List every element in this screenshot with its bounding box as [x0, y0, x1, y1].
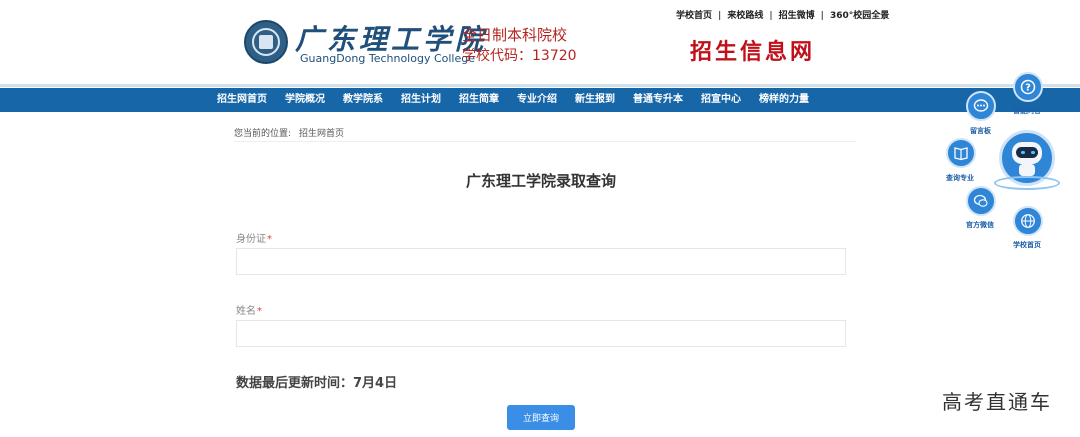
id-card-label-text: 身份证: [236, 234, 266, 245]
top-link-school-home[interactable]: 学校首页: [676, 11, 712, 21]
svg-text:?: ?: [1025, 83, 1031, 94]
query-major-label[interactable]: 查询专业: [946, 173, 974, 183]
nav-item-plan[interactable]: 招生计划: [392, 88, 450, 112]
school-home-button[interactable]: [1013, 206, 1043, 236]
smart-qa-button[interactable]: ?: [1013, 72, 1043, 102]
college-code: 学校代码：13720: [462, 48, 577, 64]
book-icon: [954, 147, 968, 161]
nav-item-upgrade[interactable]: 普通专升本: [624, 88, 692, 112]
wechat-icon: [973, 194, 988, 207]
college-type: 全日制本科院校: [462, 26, 568, 44]
top-links: 学校首页 | 来校路线 | 招生微博 | 360°校园全景: [676, 11, 890, 21]
page-title: 广东理工学院录取查询: [0, 170, 1080, 191]
breadcrumb-current[interactable]: 招生网首页: [299, 129, 344, 139]
nav-item-brochure[interactable]: 招生简章: [450, 88, 508, 112]
id-card-input[interactable]: [236, 248, 846, 275]
main-nav: 招生网首页 学院概况 教学院系 招生计划 招生简章 专业介绍 新生报到 普通专升…: [0, 88, 1080, 112]
globe-icon: [1021, 214, 1035, 228]
name-label-text: 姓名: [236, 306, 256, 317]
nav-item-promo-center[interactable]: 招宣中心: [692, 88, 750, 112]
nav-item-majors[interactable]: 专业介绍: [508, 88, 566, 112]
school-seal-logo[interactable]: [244, 20, 288, 64]
breadcrumb-prefix: 您当前的位置:: [234, 129, 292, 139]
top-link-panorama[interactable]: 360°校园全景: [830, 11, 889, 21]
school-name-english: GuangDong Technology College: [300, 52, 475, 65]
required-mark: *: [267, 234, 272, 245]
robot-platform-ring: [994, 176, 1060, 190]
site-title: 招生信息网: [690, 39, 816, 65]
name-label: 姓名*: [236, 302, 262, 317]
official-wechat-label[interactable]: 官方微信: [966, 220, 994, 230]
nav-item-registration[interactable]: 新生报到: [566, 88, 624, 112]
official-wechat-button[interactable]: [966, 186, 996, 216]
page-title-text: 广东理工学院录取查询: [465, 172, 616, 190]
top-link-weibo[interactable]: 招生微博: [779, 11, 815, 21]
message-board-button[interactable]: [966, 91, 996, 121]
breadcrumb: 您当前的位置: 招生网首页: [234, 126, 344, 139]
data-update-time: 数据最后更新时间：7月4日: [236, 376, 398, 391]
id-card-label: 身份证*: [236, 230, 272, 245]
breadcrumb-divider: [234, 141, 856, 142]
name-input[interactable]: [236, 320, 846, 347]
required-mark: *: [257, 306, 262, 317]
query-major-button[interactable]: [946, 138, 976, 168]
nav-item-departments[interactable]: 教学院系: [334, 88, 392, 112]
query-submit-button[interactable]: 立即查询: [507, 405, 575, 430]
nav-item-overview[interactable]: 学院概况: [276, 88, 334, 112]
chat-bubble-icon: [973, 99, 989, 112]
top-link-route[interactable]: 来校路线: [727, 11, 763, 21]
smart-qa-label[interactable]: 智能问答: [1013, 106, 1041, 116]
nav-item-role-models[interactable]: 榜样的力量: [750, 88, 818, 112]
nav-item-home[interactable]: 招生网首页: [208, 88, 276, 112]
site-header: 广东理工学院 GuangDong Technology College 全日制本…: [0, 0, 1080, 86]
question-icon: ?: [1020, 79, 1036, 95]
message-board-label[interactable]: 留言板: [970, 126, 991, 136]
watermark-text: 高考直通车: [942, 390, 1052, 414]
school-home-label[interactable]: 学校首页: [1013, 240, 1041, 250]
header-divider: [0, 84, 1080, 87]
